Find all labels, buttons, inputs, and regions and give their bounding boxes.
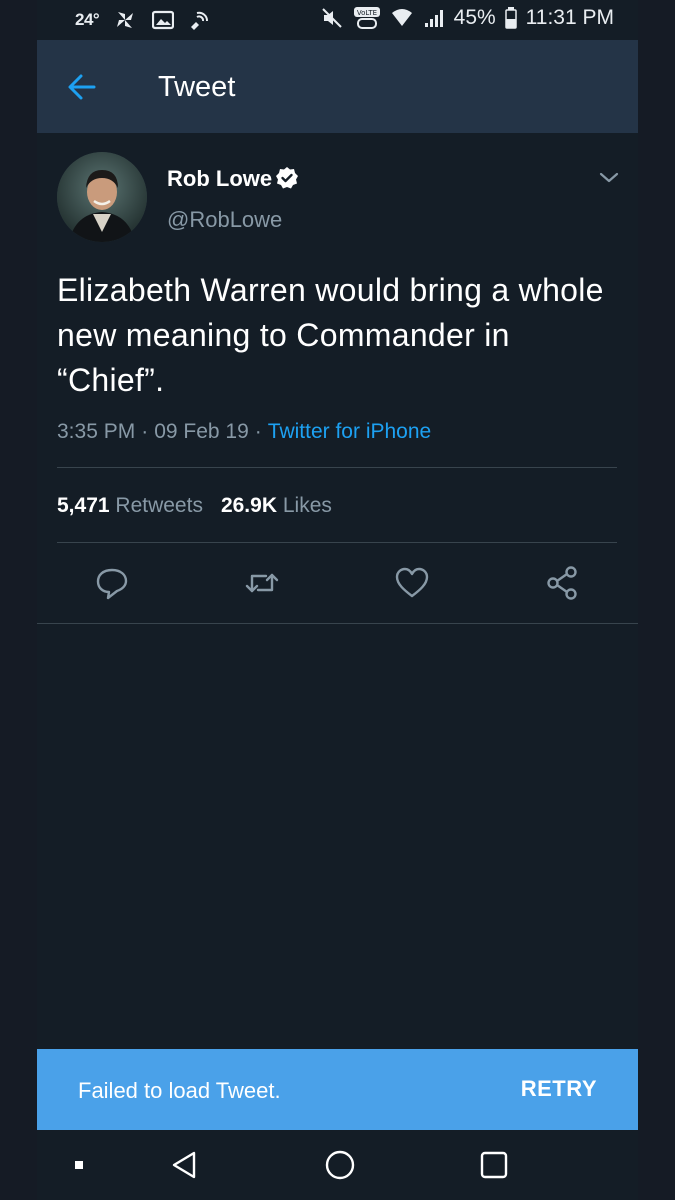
tweet-client-link[interactable]: Twitter for iPhone	[268, 420, 431, 443]
tweet-date: 09 Feb 19	[154, 420, 249, 443]
pinwheel-icon	[113, 8, 137, 32]
mute-icon	[320, 6, 344, 30]
author-handle[interactable]: @RobLowe	[167, 207, 282, 233]
likes-label: Likes	[282, 494, 332, 517]
divider	[57, 542, 617, 543]
snackbar: Failed to load Tweet. RETRY	[37, 1049, 638, 1130]
home-circle-icon[interactable]	[323, 1148, 357, 1182]
volte-label: VoLTE	[357, 9, 377, 17]
avatar[interactable]	[57, 152, 147, 242]
meta-separator: ·	[254, 420, 262, 443]
clock: 11:31 PM	[525, 6, 614, 29]
like-icon[interactable]	[394, 565, 430, 601]
back-triangle-icon[interactable]	[169, 1148, 203, 1182]
tweet-stats: 5,471 Retweets 26.9K Likes	[57, 494, 332, 518]
nfc-icon	[189, 8, 213, 32]
navigation-bar	[37, 1130, 638, 1200]
retry-button[interactable]: RETRY	[521, 1076, 597, 1102]
share-icon[interactable]	[544, 565, 580, 601]
likes-stat[interactable]: 26.9K Likes	[221, 494, 332, 517]
temperature: 24°	[75, 10, 100, 29]
tweet-meta: 3:35 PM · 09 Feb 19 · Twitter for iPhone	[57, 420, 431, 444]
snackbar-message: Failed to load Tweet.	[78, 1078, 281, 1103]
wifi-icon	[390, 6, 414, 30]
divider	[57, 467, 617, 468]
overview-square-icon[interactable]	[477, 1148, 511, 1182]
chevron-down-icon[interactable]	[597, 168, 621, 188]
retweets-count: 5,471	[57, 494, 110, 517]
image-icon	[151, 8, 175, 32]
battery-percent: 45%	[453, 6, 496, 29]
battery-icon	[504, 6, 518, 30]
back-arrow-icon[interactable]	[65, 70, 99, 104]
tweet-time: 3:35 PM	[57, 420, 136, 443]
reply-icon[interactable]	[94, 565, 130, 601]
recents-dot-icon[interactable]	[66, 1148, 100, 1182]
status-bar: 24° VoLTE 45% 11:31 PM	[37, 0, 638, 40]
app-bar: Tweet	[37, 40, 638, 133]
tweet-text: Elizabeth Warren would bring a whole new…	[57, 272, 604, 398]
page-title: Tweet	[158, 71, 236, 103]
author-name[interactable]: Rob Lowe	[167, 166, 272, 192]
meta-separator: ·	[141, 420, 149, 443]
retweets-stat[interactable]: 5,471 Retweets	[57, 494, 203, 517]
retweet-icon[interactable]	[244, 565, 280, 601]
likes-count: 26.9K	[220, 494, 277, 517]
volte-icon: VoLTE	[352, 6, 382, 30]
retweets-label: Retweets	[115, 494, 203, 517]
signal-icon	[422, 6, 446, 30]
verified-badge-icon	[275, 166, 299, 190]
divider	[37, 623, 638, 624]
